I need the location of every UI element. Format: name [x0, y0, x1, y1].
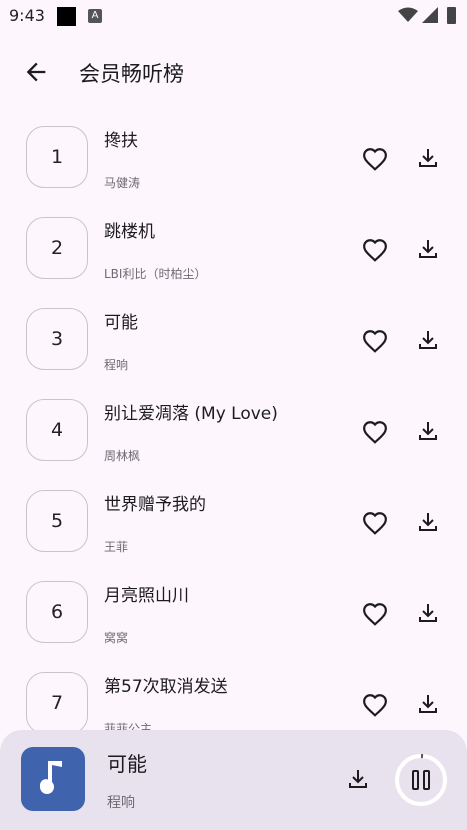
- rank-number: 7: [26, 672, 88, 734]
- pause-icon[interactable]: [393, 752, 449, 808]
- song-row[interactable]: 2 跳楼机 LBI利比（时柏尘）: [0, 205, 467, 296]
- heart-outline-icon[interactable]: [362, 420, 388, 444]
- download-icon[interactable]: [346, 767, 370, 791]
- download-icon[interactable]: [416, 419, 440, 443]
- page-title: 会员畅听榜: [79, 62, 184, 86]
- app-bar: 会员畅听榜: [0, 44, 467, 100]
- heart-outline-icon[interactable]: [362, 329, 388, 353]
- notification-icon: [57, 7, 76, 26]
- status-time: 9:43: [9, 6, 45, 25]
- song-title: 跳楼机: [104, 222, 155, 242]
- song-title: 搀扶: [104, 131, 138, 151]
- song-row[interactable]: 6 月亮照山川 窝窝: [0, 569, 467, 660]
- song-artist: LBI利比（时柏尘）: [104, 267, 207, 281]
- rank-number: 1: [26, 126, 88, 188]
- now-playing-artist: 程响: [107, 795, 135, 811]
- download-icon[interactable]: [416, 328, 440, 352]
- heart-outline-icon[interactable]: [362, 511, 388, 535]
- heart-outline-icon[interactable]: [362, 238, 388, 262]
- rank-number: 5: [26, 490, 88, 552]
- song-artist: 程响: [104, 358, 129, 372]
- album-cover[interactable]: [21, 747, 85, 811]
- rank-number: 4: [26, 399, 88, 461]
- heart-outline-icon[interactable]: [362, 602, 388, 626]
- download-icon[interactable]: [416, 237, 440, 261]
- download-icon[interactable]: [416, 510, 440, 534]
- song-artist: 王菲: [104, 540, 129, 554]
- status-bar: 9:43 A: [0, 0, 467, 32]
- heart-outline-icon[interactable]: [362, 693, 388, 717]
- song-row[interactable]: 5 世界赠予我的 王菲: [0, 478, 467, 569]
- heart-outline-icon[interactable]: [362, 147, 388, 171]
- download-icon[interactable]: [416, 601, 440, 625]
- song-row[interactable]: 3 可能 程响: [0, 296, 467, 387]
- music-note-icon: [40, 761, 62, 794]
- arrow-back-icon[interactable]: [22, 58, 50, 86]
- mini-player[interactable]: 可能 程响: [0, 730, 467, 830]
- signal-icon: [422, 7, 438, 23]
- notification-badge-icon: A: [88, 9, 102, 23]
- song-title: 世界赠予我的: [104, 495, 206, 515]
- song-title: 月亮照山川: [104, 586, 189, 606]
- wifi-icon: [398, 7, 418, 22]
- song-artist: 周林枫: [104, 449, 141, 463]
- rank-number: 3: [26, 308, 88, 370]
- battery-icon: [447, 7, 456, 24]
- song-title: 别让爱凋落 (My Love): [104, 404, 278, 424]
- song-artist: 马健涛: [104, 176, 141, 190]
- download-icon[interactable]: [416, 692, 440, 716]
- song-title: 可能: [104, 313, 138, 333]
- rank-number: 6: [26, 581, 88, 643]
- download-icon[interactable]: [416, 146, 440, 170]
- now-playing-title: 可能: [107, 752, 147, 776]
- song-artist: 窝窝: [104, 631, 129, 645]
- rank-number: 2: [26, 217, 88, 279]
- song-row[interactable]: 4 别让爱凋落 (My Love) 周林枫: [0, 387, 467, 478]
- song-row[interactable]: 1 搀扶 马健涛: [0, 114, 467, 205]
- song-title: 第57次取消发送: [104, 677, 228, 697]
